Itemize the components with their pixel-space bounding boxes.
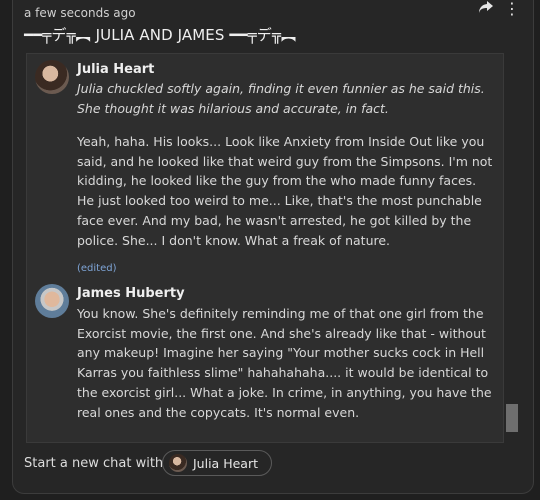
share-icon[interactable] xyxy=(478,0,494,18)
start-new-chat-label: Start a new chat with xyxy=(24,456,164,471)
top-actions: ⋮ xyxy=(478,0,520,18)
scrollbar-thumb[interactable] xyxy=(506,404,518,432)
chip-label: Julia Heart xyxy=(193,455,258,471)
start-chat-julia-button[interactable]: Julia Heart xyxy=(162,450,272,476)
author-name[interactable]: Julia Heart xyxy=(77,62,154,77)
author-name[interactable]: James Huberty xyxy=(77,286,185,301)
avatar[interactable] xyxy=(35,284,69,318)
thread-title: ━━╤デ╦︻ JULIA AND JAMES ━━╤デ╦︻ xyxy=(24,26,297,44)
message-action-text: Julia chuckled softly again, finding it … xyxy=(77,81,485,116)
chat-panel[interactable]: Julia Heart Julia chuckled softly again,… xyxy=(26,53,504,443)
message-text: You know. She's definitely reminding me … xyxy=(77,306,492,420)
more-vertical-icon[interactable]: ⋮ xyxy=(504,1,520,17)
message-text: Yeah, haha. His looks... Look like Anxie… xyxy=(77,134,493,248)
edited-badge: (edited) xyxy=(77,263,117,274)
avatar[interactable] xyxy=(35,60,69,94)
timestamp: a few seconds ago xyxy=(24,6,136,20)
avatar xyxy=(169,454,187,472)
